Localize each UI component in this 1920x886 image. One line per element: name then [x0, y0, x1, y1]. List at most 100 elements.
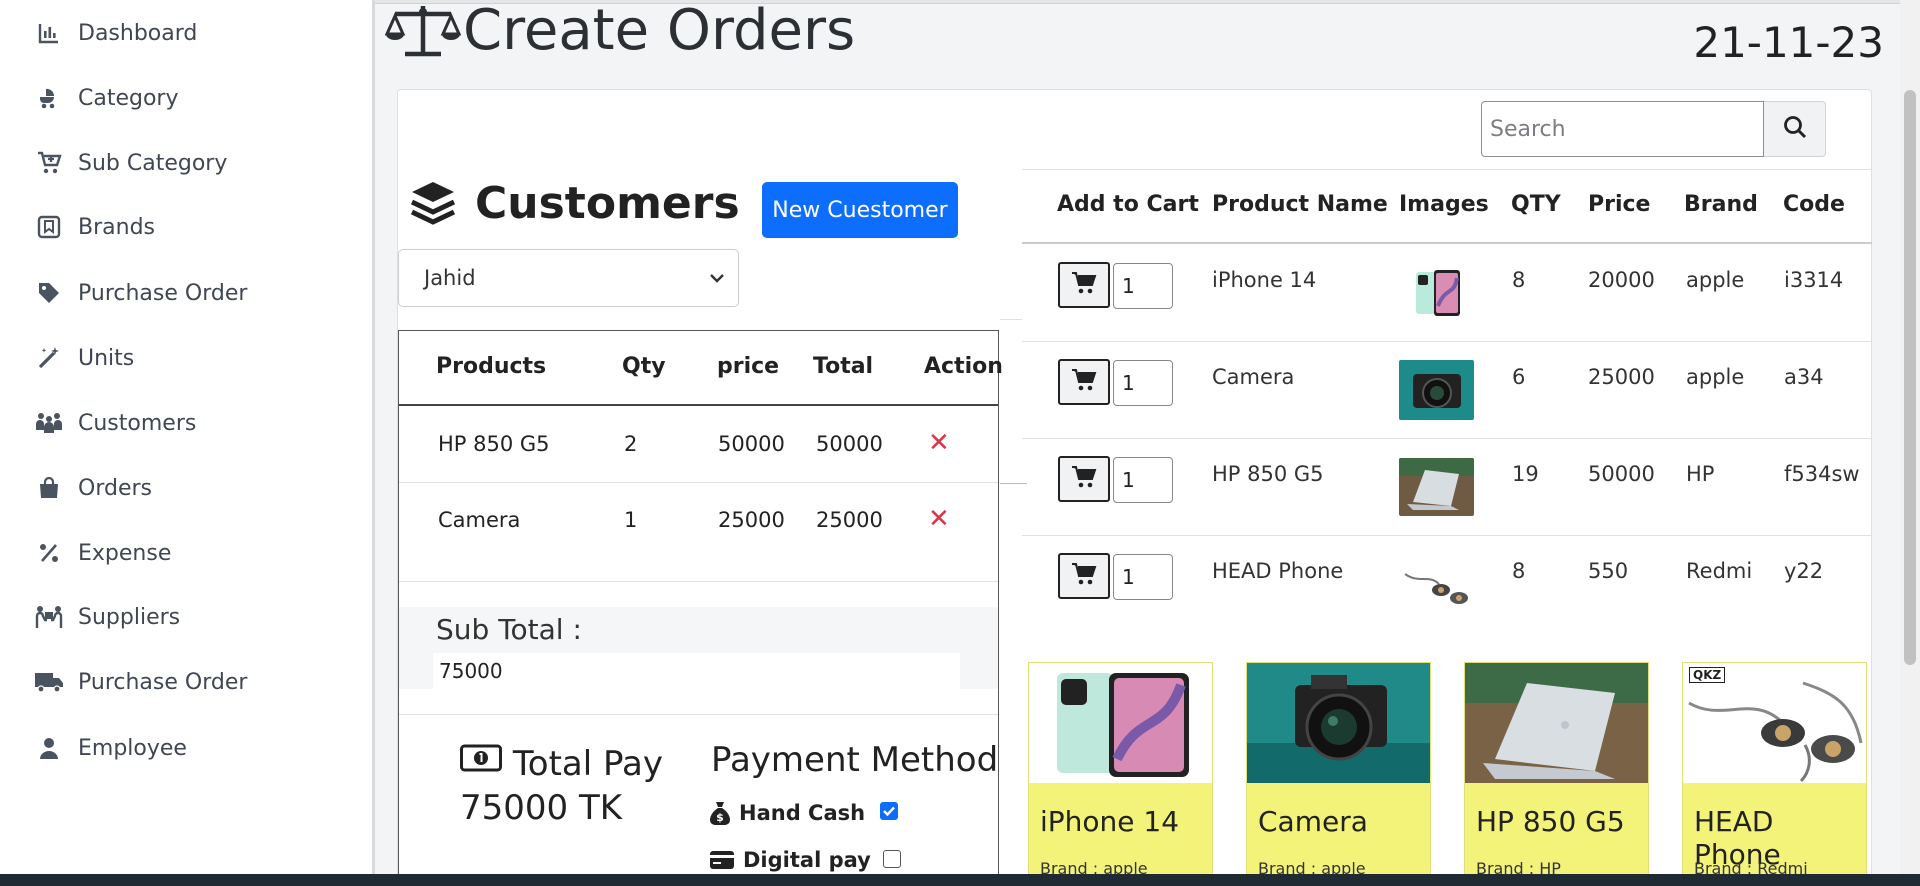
sidebar: Dashboard Category Sub Category Brands P…	[0, 0, 375, 874]
products-header-name: Product Name	[1212, 192, 1388, 217]
product-brand: Redmi	[1686, 559, 1753, 583]
sidebar-item-dashboard[interactable]: Dashboard	[34, 13, 197, 53]
product-card-image	[1465, 663, 1648, 783]
sidebar-item-label: Purchase Order	[78, 280, 248, 306]
product-card-earphones[interactable]: QKZ HEAD Phone Brand : Redmi	[1682, 662, 1867, 882]
product-card-laptop[interactable]: HP 850 G5 Brand : HP	[1464, 662, 1649, 882]
digital-pay-checkbox[interactable]	[883, 850, 901, 868]
product-image-phone	[1410, 266, 1464, 320]
chart-icon	[34, 18, 64, 48]
product-price: 25000	[1588, 365, 1655, 389]
product-price: 550	[1588, 559, 1629, 583]
sidebar-item-category[interactable]: Category	[34, 78, 179, 118]
payment-method-title: Payment Method	[711, 740, 999, 780]
shopping-bag-icon	[34, 473, 64, 503]
sidebar-item-label: Purchase Order	[78, 669, 248, 695]
sidebar-item-label: Sub Category	[78, 150, 228, 176]
divider	[1022, 438, 1872, 439]
cart-header-products: Products	[436, 354, 547, 379]
sidebar-item-suppliers[interactable]: Suppliers	[34, 597, 180, 637]
money-bag-icon: $	[709, 800, 731, 826]
sidebar-item-expense[interactable]: Expense	[34, 533, 171, 573]
customers-title: Customers	[475, 177, 740, 229]
product-brand: apple	[1686, 268, 1745, 292]
payment-option-label: Hand Cash	[739, 801, 866, 825]
svg-text:$: $	[716, 811, 724, 824]
magic-wand-icon	[34, 343, 64, 373]
page-title-text: Create Orders	[463, 0, 856, 63]
add-to-cart-button[interactable]	[1058, 262, 1110, 308]
hand-cash-checkbox[interactable]	[880, 802, 898, 820]
user-icon	[34, 733, 64, 763]
cart-icon	[1071, 271, 1097, 299]
divider	[1022, 169, 1872, 170]
product-code: f534sw	[1784, 462, 1860, 486]
product-qty: 6	[1512, 365, 1526, 389]
total-pay: Total Pay 75000 TK	[460, 740, 663, 830]
product-image-camera	[1399, 360, 1474, 420]
cart-plus-icon	[34, 148, 64, 178]
payment-option-digital-pay: Digital pay	[709, 848, 871, 872]
sidebar-item-label: Units	[78, 345, 135, 371]
product-image-laptop	[1399, 458, 1474, 516]
remove-icon[interactable]: ✕	[928, 504, 950, 534]
add-to-cart-button[interactable]	[1058, 359, 1110, 405]
sidebar-item-customers[interactable]: Customers	[34, 403, 196, 443]
new-customer-button[interactable]: New Cuestomer	[762, 182, 958, 238]
remove-icon[interactable]: ✕	[928, 428, 950, 458]
products-header-code: Code	[1783, 192, 1845, 217]
divider	[1022, 535, 1872, 536]
sidebar-item-sub-category[interactable]: Sub Category	[34, 143, 227, 183]
cart-total: 50000	[816, 432, 883, 456]
product-card-iphone[interactable]: iPhone 14 Brand : apple	[1028, 662, 1213, 882]
quantity-input[interactable]	[1113, 457, 1173, 503]
search-button[interactable]	[1764, 101, 1826, 157]
sidebar-item-label: Employee	[78, 735, 187, 761]
product-card-image	[1247, 663, 1430, 783]
sidebar-item-brands[interactable]: Brands	[34, 207, 155, 247]
divider	[399, 714, 998, 715]
products-header-images: Images	[1399, 192, 1489, 217]
customers-heading: Customers	[409, 176, 740, 230]
customer-select[interactable]: Jahid	[398, 249, 739, 307]
sidebar-item-purchase-order[interactable]: Purchase Order	[34, 273, 247, 313]
scrollbar-thumb[interactable]	[1904, 90, 1916, 665]
product-card-image: QKZ	[1683, 663, 1866, 783]
cart-icon	[1071, 562, 1097, 590]
product-brand: apple	[1686, 365, 1745, 389]
cart-header-total: Total	[813, 354, 874, 379]
os-taskbar	[0, 874, 1920, 886]
brand-logo: QKZ	[1689, 667, 1726, 683]
divider	[399, 482, 998, 483]
search-input[interactable]	[1481, 101, 1764, 157]
quantity-input[interactable]	[1113, 554, 1173, 600]
products-header-price: Price	[1588, 192, 1651, 217]
product-card-camera[interactable]: Camera Brand : apple	[1246, 662, 1431, 882]
add-to-cart-button[interactable]	[1058, 456, 1110, 502]
add-to-cart-button[interactable]	[1058, 553, 1110, 599]
product-card-name: HP 850 G5	[1476, 805, 1625, 838]
product-card-name: iPhone 14	[1040, 805, 1180, 838]
product-code: y22	[1784, 559, 1824, 583]
quantity-input[interactable]	[1113, 263, 1173, 309]
sidebar-item-label: Brands	[78, 214, 155, 240]
cart-header-price: price	[717, 354, 780, 379]
divider	[1000, 483, 1027, 484]
layers-icon	[409, 176, 463, 230]
total-pay-label: Total Pay	[512, 744, 663, 784]
sidebar-border	[372, 0, 375, 874]
customer-select-value: Jahid	[424, 266, 476, 290]
cart-header-qty: Qty	[622, 354, 666, 379]
product-price: 20000	[1588, 268, 1655, 292]
quantity-input[interactable]	[1113, 360, 1173, 406]
cart-header-action: Action	[924, 354, 1003, 379]
sidebar-item-employee[interactable]: Employee	[34, 728, 187, 768]
cart-price: 25000	[718, 508, 785, 532]
tag-icon	[34, 278, 64, 308]
balance-scale-icon	[385, 0, 463, 60]
cart-total: 25000	[816, 508, 883, 532]
sidebar-item-orders[interactable]: Orders	[34, 468, 152, 508]
bookmark-icon	[34, 212, 64, 242]
sidebar-item-purchase-order-2[interactable]: Purchase Order	[34, 662, 247, 702]
sidebar-item-units[interactable]: Units	[34, 338, 134, 378]
